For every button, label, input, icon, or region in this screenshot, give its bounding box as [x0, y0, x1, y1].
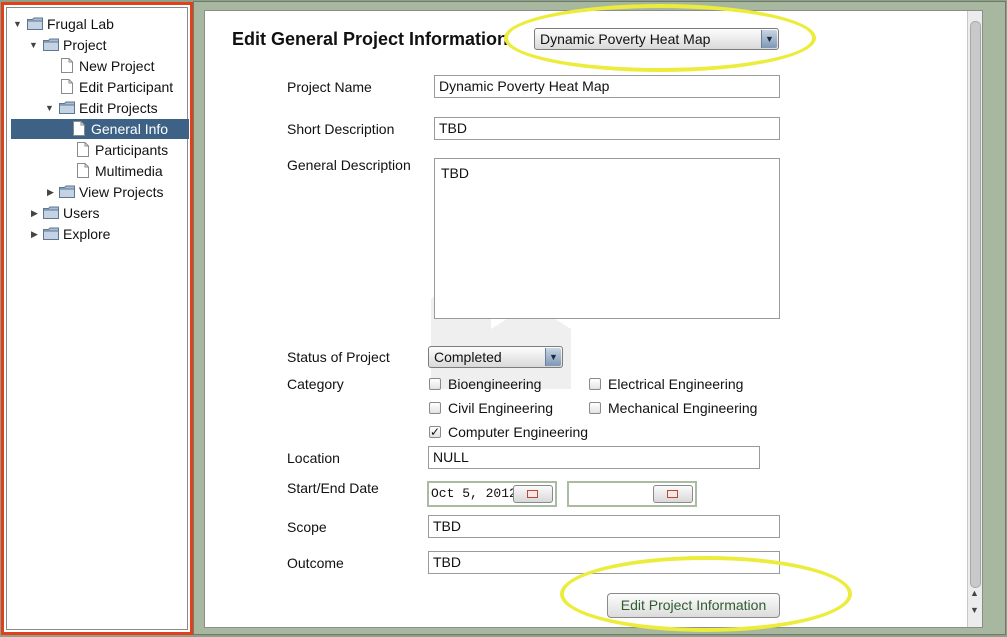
tree-item-general-info[interactable]: General Info — [11, 119, 189, 139]
edit-project-form: Edit General Project Information Dynamic… — [204, 10, 983, 628]
document-icon — [61, 58, 73, 73]
expanded-arrow-icon[interactable]: ▼ — [13, 14, 23, 34]
start-date-picker[interactable]: Oct 5, 2012 — [427, 481, 557, 507]
checkbox-mechanical-engineering[interactable] — [589, 402, 601, 414]
category-option-label: Mechanical Engineering — [608, 400, 758, 416]
document-icon — [61, 79, 73, 94]
checkbox-computer-engineering[interactable]: ✓ — [429, 426, 441, 438]
document-icon — [77, 163, 89, 178]
highlight-ellipse — [560, 556, 852, 632]
project-name-field[interactable]: Dynamic Poverty Heat Map — [434, 75, 780, 98]
tree-item-edit-projects[interactable]: ▼ Edit Projects — [11, 98, 189, 118]
outcome-label: Outcome — [287, 555, 344, 571]
scroll-down-arrow-icon[interactable]: ▼ — [970, 605, 979, 615]
tree-item-edit-participant[interactable]: Edit Participant — [11, 77, 189, 97]
navigation-tree-panel: ▼ Frugal Lab ▼ Project New Project Edit … — [1, 2, 193, 635]
tree-item-label: Participants — [95, 142, 169, 158]
collapsed-arrow-icon[interactable]: ▶ — [31, 224, 41, 244]
collapsed-arrow-icon[interactable]: ▶ — [47, 182, 57, 202]
content-frame: Edit General Project Information Dynamic… — [193, 1, 1006, 635]
expanded-arrow-icon[interactable]: ▼ — [45, 98, 55, 118]
scrollbar-thumb[interactable] — [970, 21, 981, 588]
start-end-date-label: Start/End Date — [287, 480, 379, 496]
scope-field[interactable]: TBD — [428, 515, 780, 538]
tree-item-label: Multimedia — [95, 163, 163, 179]
checkbox-civil-engineering[interactable] — [429, 402, 441, 414]
tree-item-label: Project — [63, 37, 107, 53]
page-title: Edit General Project Information — [232, 29, 509, 49]
category-option-label: Bioengineering — [448, 376, 542, 392]
status-dropdown[interactable]: Completed ▼ — [428, 346, 563, 368]
status-value: Completed — [434, 349, 502, 365]
tree-item-label: Edit Projects — [79, 100, 158, 116]
folder-icon — [27, 17, 43, 30]
checkbox-bioengineering[interactable] — [429, 378, 441, 390]
tree-item-new-project[interactable]: New Project — [11, 56, 189, 76]
checkbox-electrical-engineering[interactable] — [589, 378, 601, 390]
tree-item-label: New Project — [79, 58, 155, 74]
document-icon — [73, 121, 85, 136]
checkmark-icon: ✓ — [430, 425, 441, 439]
general-description-label: General Description — [287, 157, 411, 173]
scroll-up-arrow-icon[interactable]: ▲ — [970, 588, 979, 598]
short-description-label: Short Description — [287, 121, 395, 137]
navigation-tree: ▼ Frugal Lab ▼ Project New Project Edit … — [6, 7, 189, 630]
general-description-textarea[interactable]: TBD — [434, 158, 780, 319]
tree-item-label: View Projects — [79, 184, 164, 200]
start-date-calendar-button[interactable] — [513, 485, 553, 503]
end-date-calendar-button[interactable] — [653, 485, 693, 503]
project-name-label: Project Name — [287, 79, 372, 95]
tree-item-view-projects[interactable]: ▶ View Projects — [11, 182, 189, 202]
tree-item-label: Explore — [63, 226, 111, 242]
tree-item-label: Edit Participant — [79, 79, 174, 95]
location-label: Location — [287, 450, 340, 466]
folder-icon — [43, 227, 59, 240]
tree-item-users[interactable]: ▶ Users — [11, 203, 189, 223]
start-date-value: Oct 5, 2012 — [431, 486, 517, 501]
expanded-arrow-icon[interactable]: ▼ — [29, 35, 39, 55]
calendar-icon — [527, 490, 538, 498]
document-icon — [77, 142, 89, 157]
tree-item-participants[interactable]: Participants — [11, 140, 189, 160]
tree-item-label: Users — [63, 205, 100, 221]
tree-item-label: Frugal Lab — [47, 16, 114, 32]
end-date-picker[interactable] — [567, 481, 697, 507]
calendar-icon — [667, 490, 678, 498]
collapsed-arrow-icon[interactable]: ▶ — [31, 203, 41, 223]
folder-icon — [59, 101, 75, 114]
folder-icon — [59, 185, 75, 198]
tree-item-explore[interactable]: ▶ Explore — [11, 224, 189, 244]
highlight-ellipse — [504, 4, 816, 72]
category-label: Category — [287, 376, 344, 392]
status-label: Status of Project — [287, 349, 390, 365]
tree-item-frugal-lab[interactable]: ▼ Frugal Lab — [11, 14, 189, 34]
tree-item-label: General Info — [91, 121, 169, 137]
scope-label: Scope — [287, 519, 327, 535]
chevron-down-icon: ▼ — [545, 348, 561, 366]
folder-icon — [43, 38, 59, 51]
category-option-label: Computer Engineering — [448, 424, 589, 440]
folder-icon — [43, 206, 59, 219]
short-description-field[interactable]: TBD — [434, 117, 780, 140]
category-option-label: Civil Engineering — [448, 400, 554, 416]
vertical-scrollbar[interactable]: ▲ ▼ — [967, 11, 982, 627]
tree-item-multimedia[interactable]: Multimedia — [11, 161, 189, 181]
category-option-label: Electrical Engineering — [608, 376, 744, 392]
location-field[interactable]: NULL — [428, 446, 760, 469]
tree-item-project[interactable]: ▼ Project — [11, 35, 189, 55]
